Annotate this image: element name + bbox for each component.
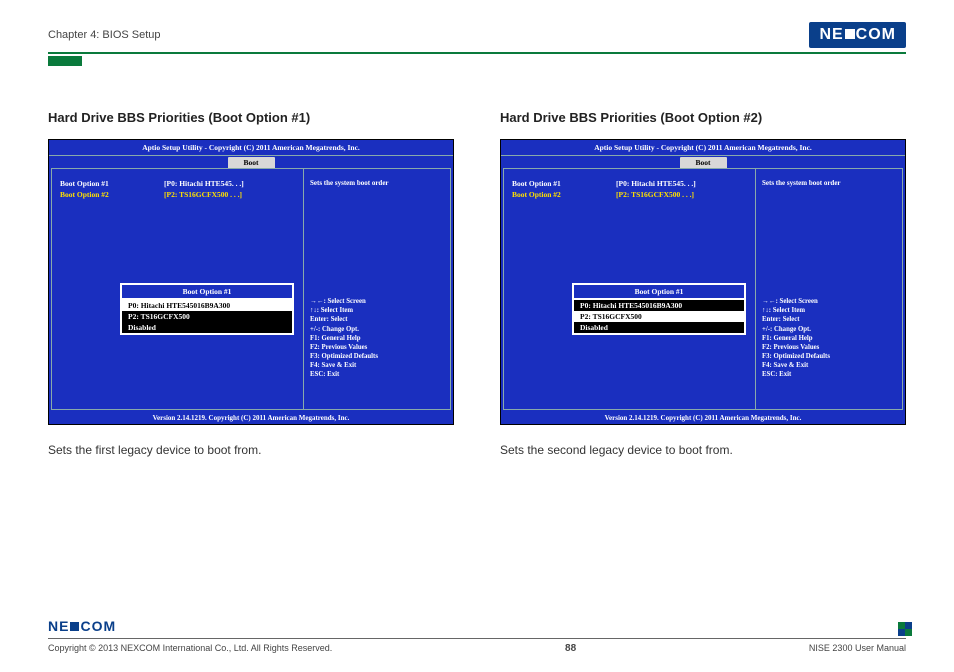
- footer-divider: [48, 638, 906, 639]
- boot-option-popup-1[interactable]: Boot Option #1 P0: Hitachi HTE545016B9A3…: [120, 283, 294, 335]
- popup-item-0[interactable]: P0: Hitachi HTE545016B9A300: [122, 300, 292, 311]
- help-key-7: F4: Save & Exit: [762, 361, 896, 370]
- caption-1: Sets the first legacy device to boot fro…: [48, 443, 454, 457]
- boot-option-1-value: [P0: Hitachi HTE545. . .]: [616, 179, 696, 190]
- bios-help-keys: →←: Select Screen ↑↓: Select Item Enter:…: [310, 297, 444, 380]
- boot-option-2-row[interactable]: Boot Option #2 [P2: TS16GCFX500 . . .]: [512, 190, 747, 201]
- column-right: Hard Drive BBS Priorities (Boot Option #…: [500, 110, 906, 457]
- popup-title: Boot Option #1: [574, 285, 744, 300]
- help-key-8: ESC: Exit: [310, 370, 444, 379]
- boot-option-1-row[interactable]: Boot Option #1 [P0: Hitachi HTE545. . .]: [60, 179, 295, 190]
- boot-option-2-value: [P2: TS16GCFX500 . . .]: [616, 190, 694, 201]
- bios-titlebar: Aptio Setup Utility - Copyright (C) 2011…: [49, 140, 453, 156]
- help-key-4: F1: General Help: [762, 334, 896, 343]
- section-heading-2: Hard Drive BBS Priorities (Boot Option #…: [500, 110, 906, 125]
- column-left: Hard Drive BBS Priorities (Boot Option #…: [48, 110, 454, 457]
- help-key-2: Enter: Select: [762, 315, 896, 324]
- help-key-6: F3: Optimized Defaults: [762, 352, 896, 361]
- popup-title: Boot Option #1: [122, 285, 292, 300]
- boot-option-popup-2[interactable]: Boot Option #1 P0: Hitachi HTE545016B9A3…: [572, 283, 746, 335]
- help-key-7: F4: Save & Exit: [310, 361, 444, 370]
- popup-item-1[interactable]: P2: TS16GCFX500: [122, 311, 292, 322]
- help-key-1: ↑↓: Select Item: [310, 306, 444, 315]
- page-header: Chapter 4: BIOS Setup NECOM: [48, 22, 906, 50]
- help-key-8: ESC: Exit: [762, 370, 896, 379]
- popup-item-2[interactable]: Disabled: [122, 322, 292, 333]
- boot-option-1-label: Boot Option #1: [60, 179, 160, 190]
- boot-option-2-label: Boot Option #2: [512, 190, 612, 201]
- chapter-title: Chapter 4: BIOS Setup: [48, 29, 161, 41]
- footer-row: Copyright © 2013 NEXCOM International Co…: [48, 643, 906, 654]
- help-key-4: F1: General Help: [310, 334, 444, 343]
- brand-logo-top: NECOM: [809, 22, 906, 48]
- bios-body: Boot Option #1 [P0: Hitachi HTE545. . .]…: [503, 168, 903, 410]
- help-key-3: +/-: Change Opt.: [310, 325, 444, 334]
- bios-help-pane: Sets the system boot order →←: Select Sc…: [756, 169, 902, 409]
- help-key-3: +/-: Change Opt.: [762, 325, 896, 334]
- bios-options-pane: Boot Option #1 [P0: Hitachi HTE545. . .]…: [504, 169, 756, 409]
- page-number: 88: [565, 643, 576, 654]
- bios-help-title: Sets the system boot order: [762, 179, 896, 187]
- page-footer: NECOM Copyright © 2013 NEXCOM Internatio…: [48, 618, 906, 654]
- popup-item-1[interactable]: P2: TS16GCFX500: [574, 311, 744, 322]
- boot-option-1-label: Boot Option #1: [512, 179, 612, 190]
- bios-tab-boot[interactable]: Boot: [228, 157, 275, 168]
- bios-help-title: Sets the system boot order: [310, 179, 444, 187]
- popup-item-2[interactable]: Disabled: [574, 322, 744, 333]
- help-key-0: →←: Select Screen: [310, 297, 444, 306]
- help-key-5: F2: Previous Values: [310, 343, 444, 352]
- bios-titlebar: Aptio Setup Utility - Copyright (C) 2011…: [501, 140, 905, 156]
- bios-tab-boot[interactable]: Boot: [680, 157, 727, 168]
- boot-option-2-value: [P2: TS16GCFX500 . . .]: [164, 190, 242, 201]
- header-tab-stub: [48, 56, 82, 66]
- boot-option-1-row[interactable]: Boot Option #1 [P0: Hitachi HTE545. . .]: [512, 179, 747, 190]
- footer-copyright: Copyright © 2013 NEXCOM International Co…: [48, 643, 332, 654]
- popup-item-0[interactable]: P0: Hitachi HTE545016B9A300: [574, 300, 744, 311]
- bios-footer: Version 2.14.1219. Copyright (C) 2011 Am…: [49, 412, 453, 424]
- content-columns: Hard Drive BBS Priorities (Boot Option #…: [48, 110, 906, 457]
- help-key-0: →←: Select Screen: [762, 297, 896, 306]
- boot-option-2-label: Boot Option #2: [60, 190, 160, 201]
- bios-options-pane: Boot Option #1 [P0: Hitachi HTE545. . .]…: [52, 169, 304, 409]
- bios-help-keys: →←: Select Screen ↑↓: Select Item Enter:…: [762, 297, 896, 380]
- bios-tab-row: Boot: [501, 156, 905, 168]
- bios-help-pane: Sets the system boot order →←: Select Sc…: [304, 169, 450, 409]
- footer-doc-title: NISE 2300 User Manual: [809, 643, 906, 654]
- bios-window-2: Aptio Setup Utility - Copyright (C) 2011…: [500, 139, 906, 425]
- caption-2: Sets the second legacy device to boot fr…: [500, 443, 906, 457]
- header-divider: [48, 52, 906, 54]
- bios-footer: Version 2.14.1219. Copyright (C) 2011 Am…: [501, 412, 905, 424]
- help-key-6: F3: Optimized Defaults: [310, 352, 444, 361]
- help-key-1: ↑↓: Select Item: [762, 306, 896, 315]
- boot-option-2-row[interactable]: Boot Option #2 [P2: TS16GCFX500 . . .]: [60, 190, 295, 201]
- footer-ornament-icon: [898, 622, 912, 636]
- bios-window-1: Aptio Setup Utility - Copyright (C) 2011…: [48, 139, 454, 425]
- brand-logo-bottom: NECOM: [48, 618, 116, 634]
- section-heading-1: Hard Drive BBS Priorities (Boot Option #…: [48, 110, 454, 125]
- bios-tab-row: Boot: [49, 156, 453, 168]
- boot-option-1-value: [P0: Hitachi HTE545. . .]: [164, 179, 244, 190]
- help-key-5: F2: Previous Values: [762, 343, 896, 352]
- help-key-2: Enter: Select: [310, 315, 444, 324]
- bios-body: Boot Option #1 [P0: Hitachi HTE545. . .]…: [51, 168, 451, 410]
